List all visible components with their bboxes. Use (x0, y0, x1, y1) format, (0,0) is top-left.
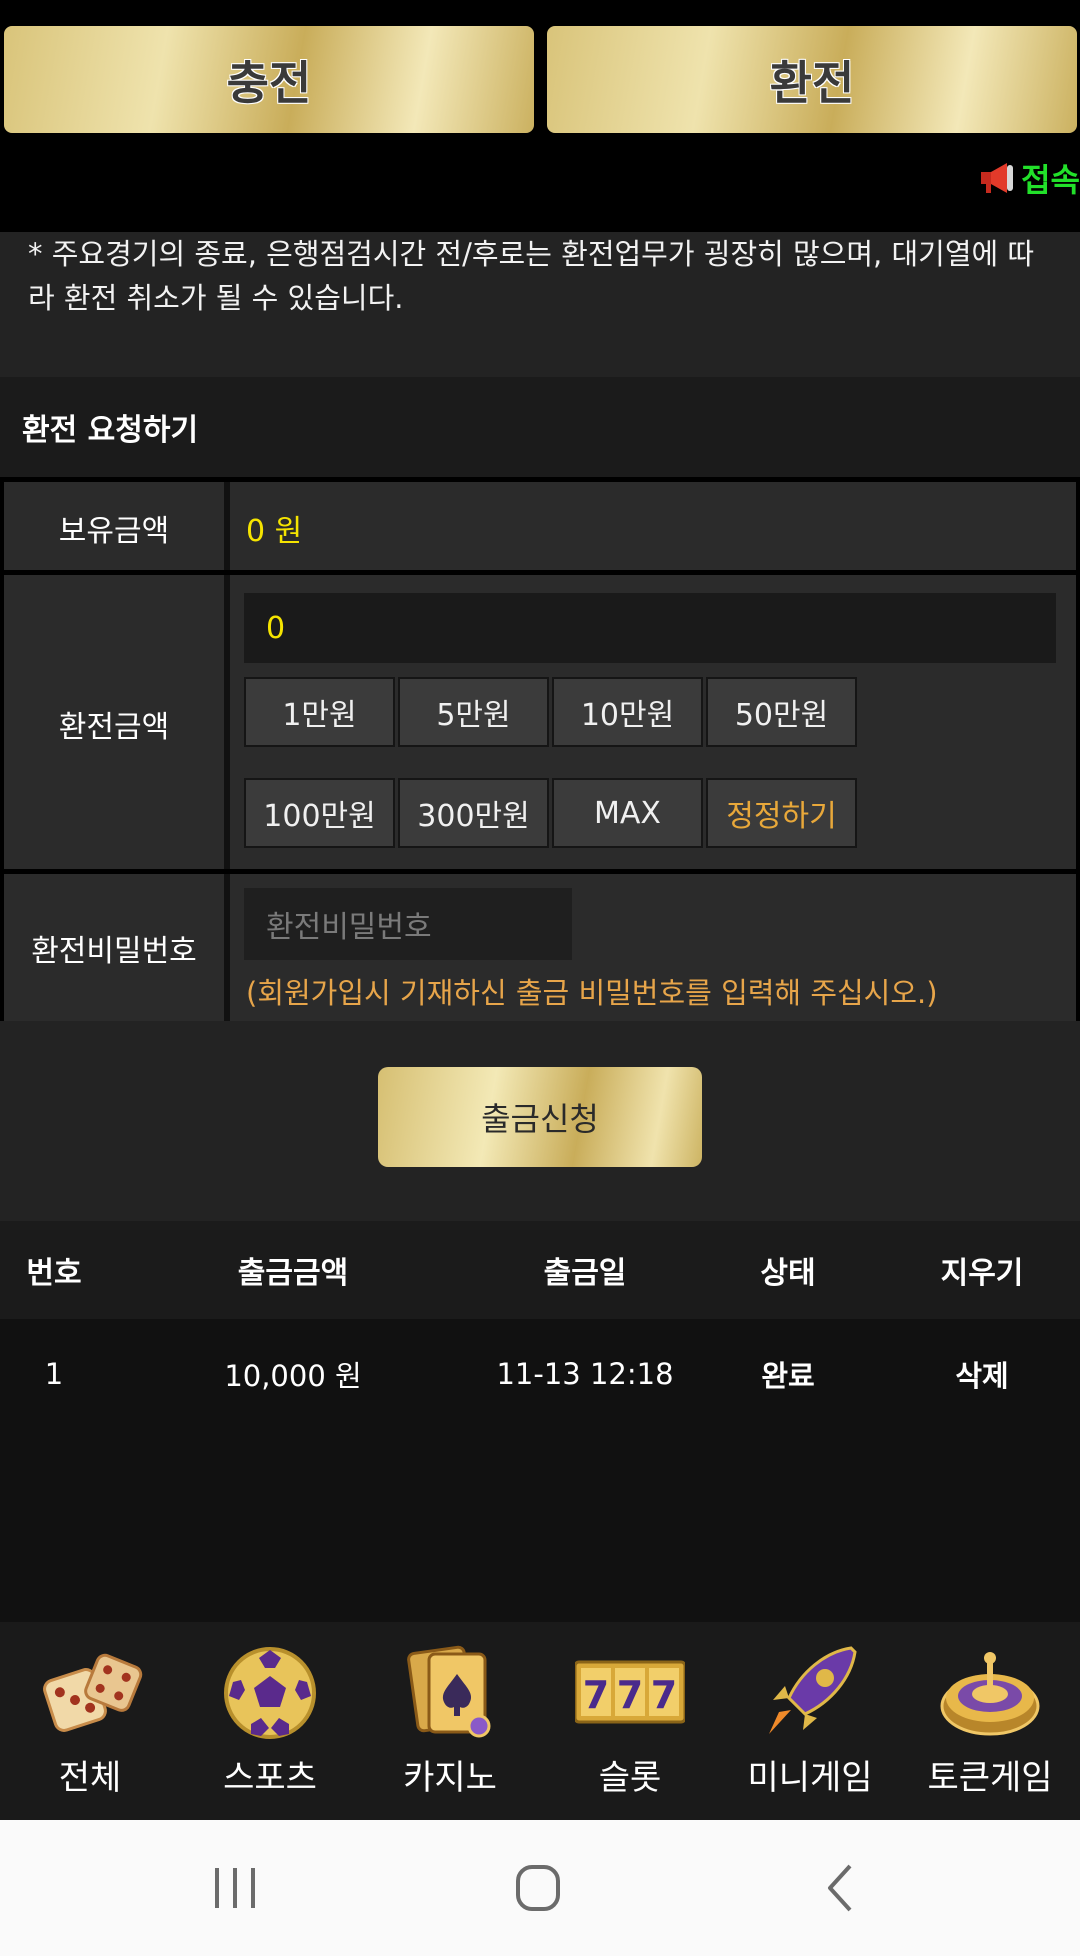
nav-item-casino[interactable]: 카지노 (360, 1622, 540, 1820)
ticker-text: 접속 (1021, 161, 1080, 199)
row-delete-button[interactable]: 삭제 (905, 1319, 1059, 1429)
amount-500k-button[interactable]: 50만원 (706, 677, 857, 747)
amount-reset-button[interactable]: 정정하기 (706, 778, 857, 848)
password-input[interactable]: 환전비밀번호 (244, 888, 572, 960)
row-date: 11-13 12:18 (496, 1357, 674, 1391)
top-bar: 충전 환전 접속 (0, 0, 1080, 232)
exchange-button[interactable]: 환전 (547, 26, 1077, 133)
password-row: 환전비밀번호 환전비밀번호 (회원가입시 기재하신 출금 비밀번호를 입력해 주… (4, 869, 1076, 1021)
nav-item-minigame[interactable]: 미니게임 (720, 1622, 900, 1820)
notice-text: * 주요경기의 종료, 은행점검시간 전/후로는 환전업무가 굉장히 많으며, … (0, 232, 1080, 377)
slot-777-icon: 7 7 7 (575, 1660, 685, 1724)
nav-label-sports: 스포츠 (223, 1758, 317, 1798)
nav-item-sports[interactable]: 스포츠 (180, 1622, 360, 1820)
announcement-ticker: 접속 (977, 155, 1080, 201)
password-label: 환전비밀번호 (4, 874, 230, 1021)
amount-input[interactable]: 0 (244, 593, 1056, 663)
column-header-delete: 지우기 (940, 1256, 1024, 1291)
amount-1m-button[interactable]: 100만원 (244, 778, 395, 848)
rocket-icon (769, 1646, 857, 1734)
roulette-icon (940, 1652, 1040, 1736)
balance-value: 0 원 (246, 513, 303, 549)
password-hint: (회원가입시 기재하신 출금 비밀번호를 입력해 주십시오.) (246, 976, 938, 1010)
bottom-game-nav: 전체 스포츠 카지노 7 7 7 슬롯 미니게임 토큰게임 (0, 1622, 1080, 1820)
megaphone-icon (981, 163, 1014, 193)
table-row: 1 10,000 원 11-13 12:18 완료 삭제 (0, 1319, 1080, 1429)
column-header-amount: 출금금액 (237, 1256, 349, 1291)
balance-row: 보유금액 0 원 (4, 477, 1076, 573)
svg-text:7: 7 (583, 1673, 609, 1717)
history-table-header: 번호 출금금액 출금일 상태 지우기 (0, 1221, 1080, 1319)
nav-label-casino: 카지노 (403, 1758, 497, 1798)
column-header-status: 상태 (760, 1256, 816, 1291)
withdraw-submit-button[interactable]: 출금신청 (378, 1067, 702, 1167)
row-status: 완료 (761, 1359, 815, 1393)
amount-3m-button[interactable]: 300만원 (398, 778, 549, 848)
dice-icon (43, 1653, 143, 1732)
balance-label: 보유금액 (4, 482, 230, 573)
history-table-body: 1 10,000 원 11-13 12:18 완료 삭제 (0, 1319, 1080, 1622)
row-amount: 10,000 원 (224, 1359, 362, 1393)
svg-text:7: 7 (651, 1673, 677, 1717)
row-number: 1 (44, 1357, 64, 1391)
system-navigation-bar (0, 1820, 1080, 1956)
nav-label-all: 전체 (58, 1758, 122, 1798)
recent-apps-icon[interactable] (205, 1862, 265, 1914)
amount-10k-button[interactable]: 1만원 (244, 677, 395, 747)
back-icon[interactable] (812, 1862, 872, 1914)
section-title: 환전 요청하기 (0, 377, 1080, 477)
nav-label-token-game: 토큰게임 (927, 1758, 1053, 1798)
nav-label-slot: 슬롯 (598, 1758, 662, 1798)
amount-row: 환전금액 0 1만원 5만원 10만원 50만원 100만원 300만원 MAX… (4, 570, 1076, 872)
charge-button[interactable]: 충전 (4, 26, 534, 133)
playing-cards-icon (407, 1645, 491, 1738)
nav-label-minigame: 미니게임 (747, 1758, 873, 1798)
column-header-date: 출금일 (543, 1256, 627, 1291)
nav-item-token-game[interactable]: 토큰게임 (900, 1622, 1080, 1820)
nav-item-slot[interactable]: 7 7 7 슬롯 (540, 1622, 720, 1820)
amount-max-button[interactable]: MAX (552, 778, 703, 848)
home-icon[interactable] (508, 1862, 568, 1914)
amount-label: 환전금액 (4, 575, 230, 872)
submit-area: 출금신청 (0, 1021, 1080, 1221)
column-header-number: 번호 (26, 1256, 82, 1291)
amount-50k-button[interactable]: 5만원 (398, 677, 549, 747)
nav-item-all[interactable]: 전체 (0, 1622, 180, 1820)
amount-100k-button[interactable]: 10만원 (552, 677, 703, 747)
svg-text:7: 7 (617, 1673, 643, 1717)
soccer-ball-icon (224, 1647, 316, 1739)
